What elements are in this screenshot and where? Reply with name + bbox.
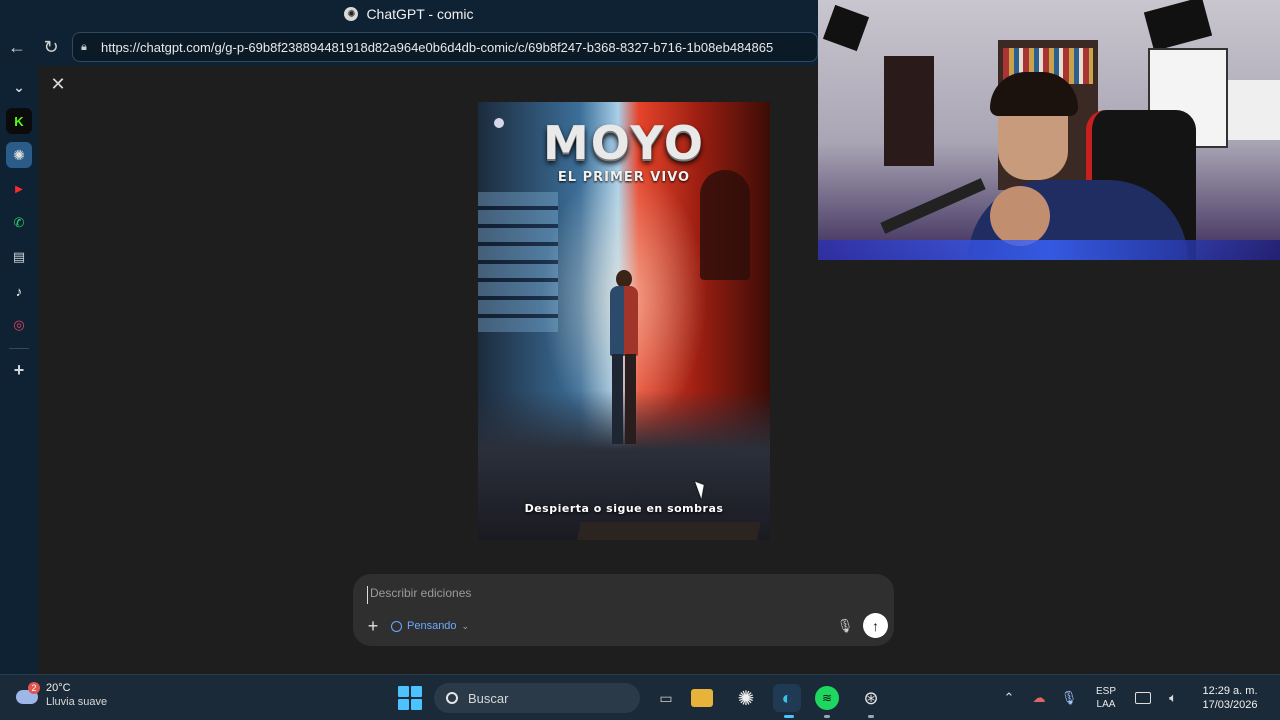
chevron-up-icon[interactable]: ⌃: [994, 690, 1024, 706]
kick-app-icon[interactable]: K: [6, 108, 32, 134]
address-bar[interactable]: 🔒︎ https://chatgpt.com/g/g-p-69b8f238894…: [72, 32, 818, 62]
network-icon[interactable]: [1135, 692, 1151, 704]
windows-taskbar: 2 20°C Lluvia suave Buscar ▭ ✺ ◐ ≋ ⊛ ⌃ ☁…: [0, 674, 1280, 720]
wall-poster: [884, 56, 934, 166]
reload-icon[interactable]: ↻: [34, 30, 68, 64]
send-button[interactable]: ↑: [863, 613, 888, 638]
edge-browser-icon[interactable]: ◐: [773, 684, 801, 712]
obs-running-indicator: [868, 715, 874, 718]
search-icon: [446, 692, 458, 704]
cover-hooded-figure: [700, 170, 750, 280]
search-label: Buscar: [468, 690, 509, 706]
system-tray: ⌃ ☁ 🎙︎ ESP LAA 🔈︎ 12:29 a. m. 17/03/2026: [994, 675, 1280, 720]
thinking-clock-icon: [391, 620, 402, 632]
close-icon[interactable]: ✕: [48, 74, 68, 94]
youtube-app-icon[interactable]: ▶: [6, 176, 32, 202]
microphone-arm: [880, 178, 986, 234]
calendar-app-icon[interactable]: ▤: [6, 244, 32, 270]
chevron-down-icon: ⌄: [461, 620, 470, 631]
edit-composer: Describir ediciones + Pensando ⌄ 🎙︎ ↑: [353, 574, 894, 646]
whatsapp-app-icon[interactable]: ✆: [6, 210, 32, 236]
cover-hero-figure: [606, 270, 642, 450]
weather-widget[interactable]: 2 20°C Lluvia suave: [14, 681, 107, 709]
describe-edits-input[interactable]: Describir ediciones: [367, 586, 827, 604]
whiteboard-notes: [1228, 80, 1280, 140]
taskbar-clock[interactable]: 12:29 a. m. 17/03/2026: [1188, 684, 1280, 712]
back-arrow-icon[interactable]: ←: [0, 30, 34, 64]
webcam-overlay: [818, 0, 1280, 260]
language-indicator[interactable]: ESP LAA: [1084, 685, 1128, 711]
lock-icon: 🔒︎: [81, 41, 87, 53]
weather-badge: 2: [28, 682, 40, 694]
microphone-icon[interactable]: 🎙︎: [837, 618, 854, 634]
add-app-icon[interactable]: +: [6, 357, 32, 383]
collapse-chevron-icon[interactable]: ⌄: [6, 74, 32, 100]
led-strip: [818, 240, 1280, 260]
sidebar-divider: [9, 348, 29, 349]
weather-temperature: 20°C: [46, 682, 71, 694]
chatgpt-app-icon[interactable]: ✺: [732, 684, 760, 712]
volume-icon[interactable]: 🔈︎: [1158, 690, 1188, 706]
streamer-hand: [990, 186, 1050, 246]
rain-cloud-icon: 2: [14, 682, 40, 708]
cover-title: MOYO: [542, 116, 705, 170]
wall-hexagon-panel: [822, 4, 870, 52]
active-app-indicator: [784, 715, 794, 718]
cover-screens-wall: [478, 192, 558, 332]
language-line2: LAA: [1096, 699, 1116, 710]
attach-plus-icon[interactable]: +: [363, 616, 383, 636]
cover-tagline: Despierta o sigue en sombras: [524, 502, 724, 515]
spotify-icon[interactable]: ≋: [815, 686, 839, 710]
clock-date: 17/03/2026: [1202, 699, 1258, 711]
browser-toolbar: ← ↻ 🔒︎ https://chatgpt.com/g/g-p-69b8f23…: [0, 28, 818, 66]
window-title: ChatGPT - comic: [366, 6, 474, 22]
window-titlebar: ✺ ChatGPT - comic: [0, 0, 818, 28]
comic-cover-image[interactable]: MOYO EL PRIMER VIVO Despierta o sigue en…: [478, 102, 770, 540]
cover-subtitle: EL PRIMER VIVO: [557, 170, 691, 185]
windows-start-icon[interactable]: [398, 686, 422, 710]
language-line1: ESP: [1095, 686, 1116, 697]
clock-time: 12:29 a. m.: [1202, 685, 1258, 697]
weather-condition: Lluvia suave: [46, 696, 108, 708]
thinking-mode-selector[interactable]: Pensando ⌄: [391, 618, 469, 634]
chatgpt-favicon-icon: ✺: [344, 7, 359, 21]
instagram-app-icon[interactable]: ◎: [6, 312, 32, 338]
tiktok-app-icon[interactable]: ♪: [6, 278, 32, 304]
task-view-icon[interactable]: ▭: [652, 684, 680, 712]
taskbar-search[interactable]: Buscar: [434, 683, 640, 713]
onedrive-icon[interactable]: ☁: [1024, 690, 1054, 706]
cover-cliff: [555, 522, 761, 540]
chatgpt-app-icon[interactable]: ✺: [6, 142, 32, 168]
microphone-tray-icon[interactable]: 🎙︎: [1054, 690, 1084, 706]
browser-sidebar: ⌄ K ✺ ▶ ✆ ▤ ♪ ◎ +: [0, 66, 38, 674]
wall-hexagon-panel: [1143, 0, 1213, 52]
url-text: https://chatgpt.com/g/g-p-69b8f238894481…: [101, 39, 774, 55]
spotify-running-indicator: [824, 715, 830, 718]
thinking-mode-label: Pensando: [407, 620, 457, 632]
obs-icon[interactable]: ⊛: [857, 684, 885, 712]
screen: ✺ ChatGPT - comic ← ↻ 🔒︎ https://chatgpt…: [0, 0, 1280, 720]
file-explorer-icon[interactable]: [691, 689, 713, 707]
